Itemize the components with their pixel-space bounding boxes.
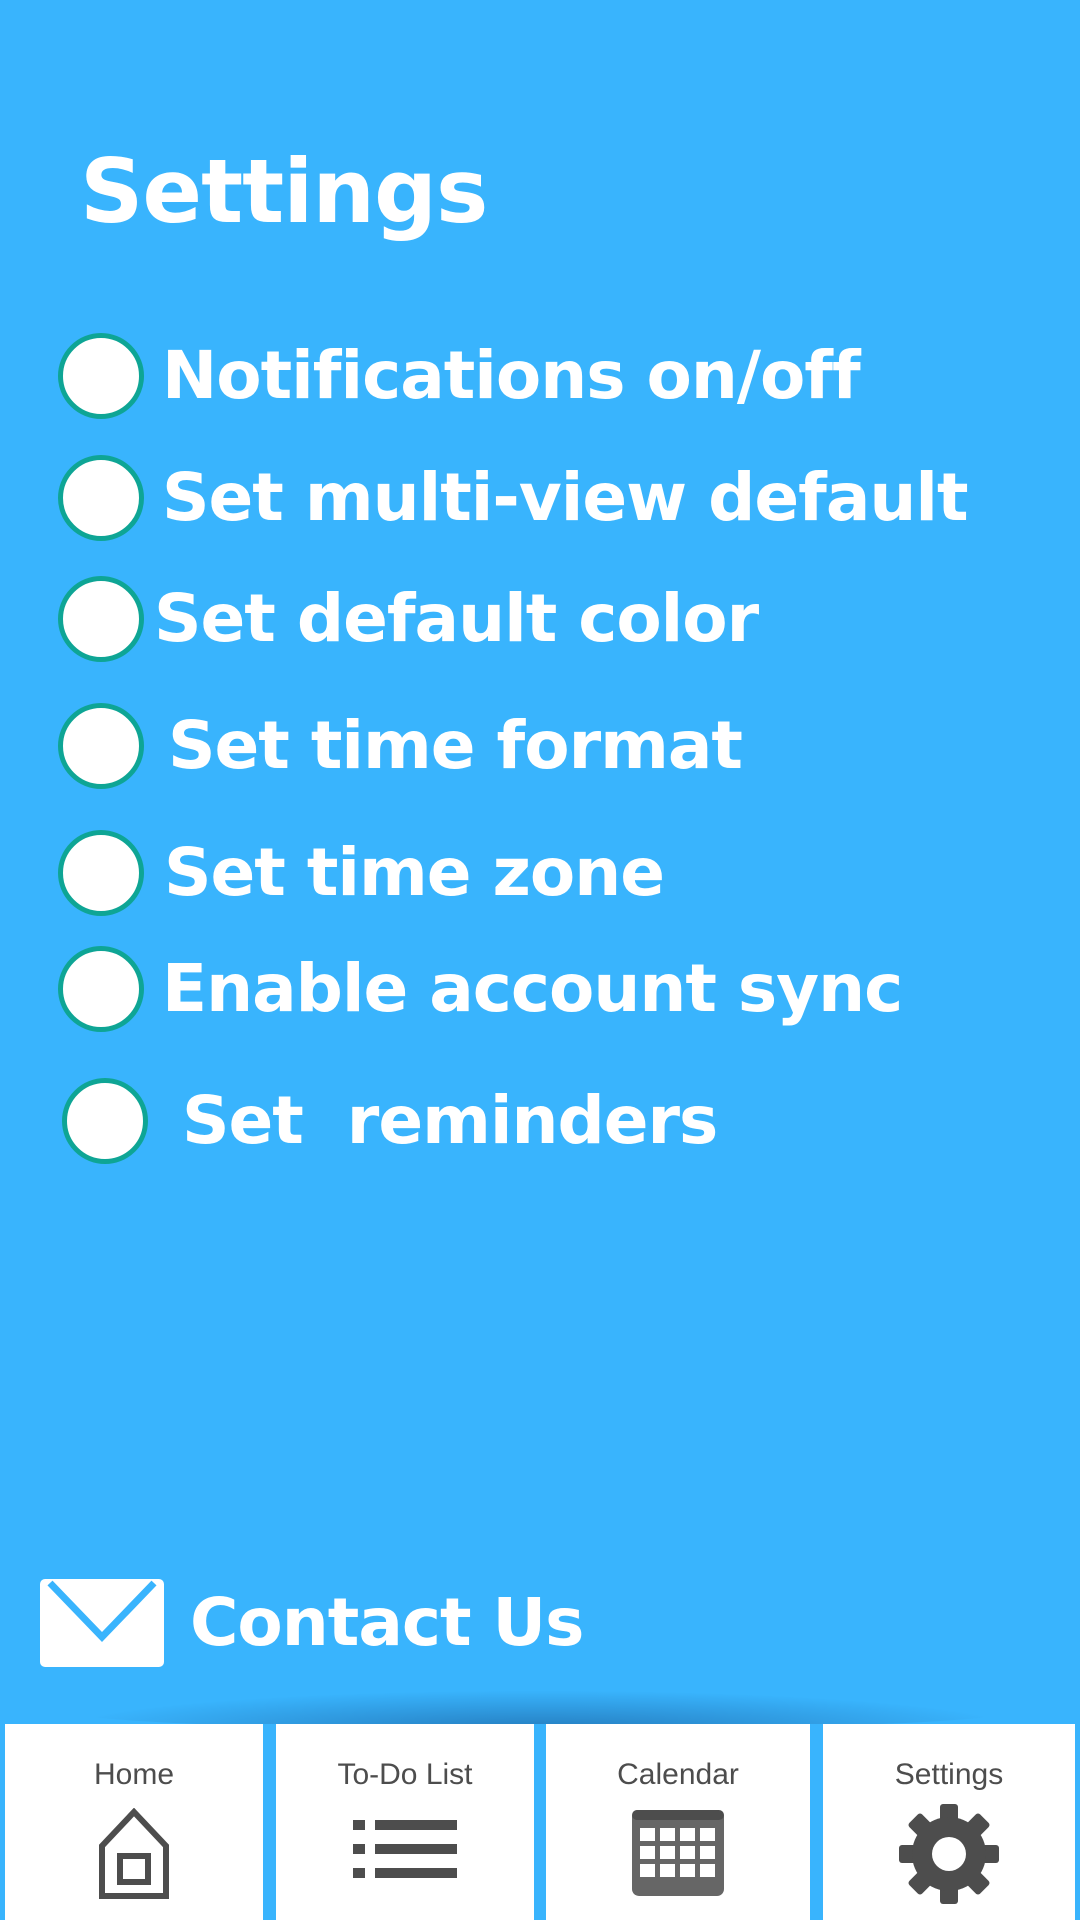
setting-option-label: Set time zone — [164, 834, 665, 911]
setting-option-label: Set multi-view default — [162, 459, 969, 536]
envelope-icon — [40, 1579, 164, 1667]
setting-option-notifications[interactable]: Notifications on/off — [58, 328, 861, 424]
setting-option-time-format[interactable]: Set time format — [58, 698, 743, 794]
radio-button[interactable] — [62, 1078, 148, 1164]
nav-label: To-Do List — [337, 1758, 473, 1791]
bottom-nav: Home To-Do List Calendar Settings — [0, 1724, 1080, 1920]
gear-icon — [899, 1804, 999, 1904]
nav-label: Home — [93, 1758, 175, 1791]
contact-us-label: Contact Us — [190, 1584, 584, 1661]
home-icon — [99, 1808, 169, 1899]
calendar-icon — [632, 1810, 724, 1896]
setting-option-default-color[interactable]: Set default color — [58, 571, 759, 667]
radio-button[interactable] — [58, 455, 144, 541]
page-title: Settings — [80, 140, 488, 243]
radio-button[interactable] — [58, 576, 144, 662]
nav-calendar[interactable]: Calendar — [546, 1724, 810, 1920]
nav-todo-list[interactable]: To-Do List — [276, 1724, 534, 1920]
nav-home[interactable]: Home — [5, 1724, 263, 1920]
nav-label: Settings — [894, 1758, 1004, 1791]
settings-screen: Settings Notifications on/off Set multi-… — [0, 0, 1080, 1920]
radio-button[interactable] — [58, 333, 144, 419]
radio-button[interactable] — [58, 946, 144, 1032]
list-icon — [353, 1820, 457, 1878]
setting-option-reminders[interactable]: Set reminders — [62, 1073, 718, 1169]
nav-label: Calendar — [617, 1758, 739, 1791]
setting-option-time-zone[interactable]: Set time zone — [58, 825, 665, 921]
radio-button[interactable] — [58, 830, 144, 916]
setting-option-label: Notifications on/off — [162, 337, 861, 414]
setting-option-label: Set default color — [154, 580, 759, 657]
radio-button[interactable] — [58, 703, 144, 789]
setting-option-label: Enable account sync — [162, 950, 903, 1027]
nav-settings[interactable]: Settings — [823, 1724, 1075, 1920]
setting-option-multi-view-default[interactable]: Set multi-view default — [58, 450, 969, 546]
contact-us-button[interactable]: Contact Us — [40, 1578, 584, 1668]
setting-option-account-sync[interactable]: Enable account sync — [58, 941, 903, 1037]
setting-option-label: Set reminders — [182, 1082, 718, 1159]
setting-option-label: Set time format — [168, 707, 743, 784]
